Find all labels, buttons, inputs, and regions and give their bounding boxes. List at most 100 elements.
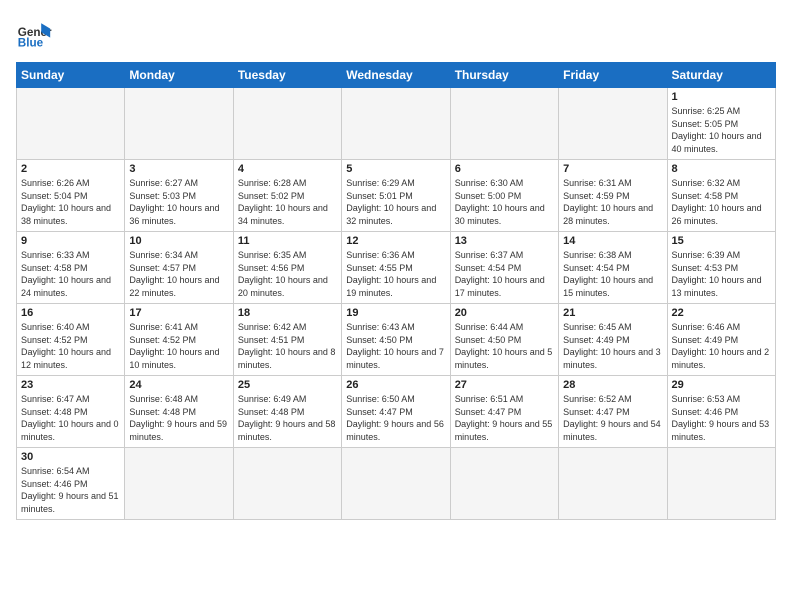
day-number: 16 bbox=[21, 307, 120, 319]
day-info: Sunrise: 6:45 AM Sunset: 4:49 PM Dayligh… bbox=[563, 321, 662, 371]
day-info: Sunrise: 6:48 AM Sunset: 4:48 PM Dayligh… bbox=[129, 393, 228, 443]
day-info: Sunrise: 6:46 AM Sunset: 4:49 PM Dayligh… bbox=[672, 321, 771, 371]
calendar-week-row: 23 Sunrise: 6:47 AM Sunset: 4:48 PM Dayli… bbox=[17, 376, 776, 448]
day-number: 8 bbox=[672, 163, 771, 175]
day-number: 23 bbox=[21, 379, 120, 391]
table-row: 30 Sunrise: 6:54 AM Sunset: 4:46 PM Dayli… bbox=[17, 448, 125, 520]
day-number: 13 bbox=[455, 235, 554, 247]
day-number: 22 bbox=[672, 307, 771, 319]
calendar-header-row: Sunday Monday Tuesday Wednesday Thursday… bbox=[17, 63, 776, 88]
svg-text:Blue: Blue bbox=[18, 37, 44, 50]
table-row: 24Sunrise: 6:48 AM Sunset: 4:48 PM Dayli… bbox=[125, 376, 233, 448]
day-info: Sunrise: 6:39 AM Sunset: 4:53 PM Dayligh… bbox=[672, 249, 771, 299]
day-number: 21 bbox=[563, 307, 662, 319]
day-info: Sunrise: 6:28 AM Sunset: 5:02 PM Dayligh… bbox=[238, 177, 337, 227]
header-monday: Monday bbox=[125, 63, 233, 88]
table-row bbox=[233, 88, 341, 160]
day-number: 12 bbox=[346, 235, 445, 247]
table-row bbox=[125, 88, 233, 160]
table-row bbox=[233, 448, 341, 520]
table-row: 21 Sunrise: 6:45 AM Sunset: 4:49 PM Dayli… bbox=[559, 304, 667, 376]
table-row bbox=[559, 88, 667, 160]
day-info: Sunrise: 6:42 AM Sunset: 4:51 PM Dayligh… bbox=[238, 321, 337, 371]
table-row: 12Sunrise: 6:36 AM Sunset: 4:55 PM Dayli… bbox=[342, 232, 450, 304]
header-sunday: Sunday bbox=[17, 63, 125, 88]
table-row: 17 Sunrise: 6:41 AM Sunset: 4:52 PM Dayli… bbox=[125, 304, 233, 376]
day-info: Sunrise: 6:30 AM Sunset: 5:00 PM Dayligh… bbox=[455, 177, 554, 227]
day-number: 9 bbox=[21, 235, 120, 247]
header-thursday: Thursday bbox=[450, 63, 558, 88]
table-row: 23 Sunrise: 6:47 AM Sunset: 4:48 PM Dayli… bbox=[17, 376, 125, 448]
logo-icon: General Blue bbox=[16, 16, 52, 52]
table-row: 14 Sunrise: 6:38 AM Sunset: 4:54 PM Dayli… bbox=[559, 232, 667, 304]
header-saturday: Saturday bbox=[667, 63, 775, 88]
calendar-week-row: 16 Sunrise: 6:40 AM Sunset: 4:52 PM Dayli… bbox=[17, 304, 776, 376]
day-info: Sunrise: 6:26 AM Sunset: 5:04 PM Dayligh… bbox=[21, 177, 120, 227]
calendar-table: Sunday Monday Tuesday Wednesday Thursday… bbox=[16, 62, 776, 520]
header-wednesday: Wednesday bbox=[342, 63, 450, 88]
table-row bbox=[342, 448, 450, 520]
table-row bbox=[450, 88, 558, 160]
table-row: 7Sunrise: 6:31 AM Sunset: 4:59 PM Daylig… bbox=[559, 160, 667, 232]
day-number: 4 bbox=[238, 163, 337, 175]
day-info: Sunrise: 6:47 AM Sunset: 4:48 PM Dayligh… bbox=[21, 393, 120, 443]
day-info: Sunrise: 6:50 AM Sunset: 4:47 PM Dayligh… bbox=[346, 393, 445, 443]
table-row: 11Sunrise: 6:35 AM Sunset: 4:56 PM Dayli… bbox=[233, 232, 341, 304]
day-info: Sunrise: 6:54 AM Sunset: 4:46 PM Dayligh… bbox=[21, 465, 120, 515]
day-number: 19 bbox=[346, 307, 445, 319]
day-info: Sunrise: 6:33 AM Sunset: 4:58 PM Dayligh… bbox=[21, 249, 120, 299]
day-info: Sunrise: 6:27 AM Sunset: 5:03 PM Dayligh… bbox=[129, 177, 228, 227]
day-number: 11 bbox=[238, 235, 337, 247]
table-row: 4 Sunrise: 6:28 AM Sunset: 5:02 PM Daylig… bbox=[233, 160, 341, 232]
table-row: 16 Sunrise: 6:40 AM Sunset: 4:52 PM Dayli… bbox=[17, 304, 125, 376]
table-row: 13 Sunrise: 6:37 AM Sunset: 4:54 PM Dayli… bbox=[450, 232, 558, 304]
day-info: Sunrise: 6:25 AM Sunset: 5:05 PM Dayligh… bbox=[672, 105, 771, 155]
calendar-week-row: 1Sunrise: 6:25 AM Sunset: 5:05 PM Daylig… bbox=[17, 88, 776, 160]
day-info: Sunrise: 6:38 AM Sunset: 4:54 PM Dayligh… bbox=[563, 249, 662, 299]
logo: General Blue bbox=[16, 16, 56, 52]
day-info: Sunrise: 6:40 AM Sunset: 4:52 PM Dayligh… bbox=[21, 321, 120, 371]
day-info: Sunrise: 6:53 AM Sunset: 4:46 PM Dayligh… bbox=[672, 393, 771, 443]
header-friday: Friday bbox=[559, 63, 667, 88]
table-row: 1Sunrise: 6:25 AM Sunset: 5:05 PM Daylig… bbox=[667, 88, 775, 160]
day-number: 18 bbox=[238, 307, 337, 319]
table-row bbox=[17, 88, 125, 160]
day-number: 14 bbox=[563, 235, 662, 247]
day-info: Sunrise: 6:37 AM Sunset: 4:54 PM Dayligh… bbox=[455, 249, 554, 299]
day-number: 28 bbox=[563, 379, 662, 391]
day-number: 17 bbox=[129, 307, 228, 319]
day-info: Sunrise: 6:41 AM Sunset: 4:52 PM Dayligh… bbox=[129, 321, 228, 371]
page: General Blue Sunday Monday Tuesday Wedne… bbox=[0, 0, 792, 612]
day-number: 30 bbox=[21, 451, 120, 463]
day-info: Sunrise: 6:34 AM Sunset: 4:57 PM Dayligh… bbox=[129, 249, 228, 299]
day-info: Sunrise: 6:43 AM Sunset: 4:50 PM Dayligh… bbox=[346, 321, 445, 371]
day-number: 3 bbox=[129, 163, 228, 175]
table-row: 29 Sunrise: 6:53 AM Sunset: 4:46 PM Dayli… bbox=[667, 376, 775, 448]
table-row: 22 Sunrise: 6:46 AM Sunset: 4:49 PM Dayli… bbox=[667, 304, 775, 376]
day-number: 27 bbox=[455, 379, 554, 391]
table-row bbox=[667, 448, 775, 520]
day-info: Sunrise: 6:44 AM Sunset: 4:50 PM Dayligh… bbox=[455, 321, 554, 371]
table-row: 27 Sunrise: 6:51 AM Sunset: 4:47 PM Dayli… bbox=[450, 376, 558, 448]
table-row: 6 Sunrise: 6:30 AM Sunset: 5:00 PM Daylig… bbox=[450, 160, 558, 232]
day-info: Sunrise: 6:29 AM Sunset: 5:01 PM Dayligh… bbox=[346, 177, 445, 227]
day-number: 29 bbox=[672, 379, 771, 391]
day-number: 6 bbox=[455, 163, 554, 175]
day-number: 20 bbox=[455, 307, 554, 319]
header-tuesday: Tuesday bbox=[233, 63, 341, 88]
table-row: 18 Sunrise: 6:42 AM Sunset: 4:51 PM Dayli… bbox=[233, 304, 341, 376]
header: General Blue bbox=[16, 16, 776, 52]
day-info: Sunrise: 6:49 AM Sunset: 4:48 PM Dayligh… bbox=[238, 393, 337, 443]
day-number: 2 bbox=[21, 163, 120, 175]
table-row: 26 Sunrise: 6:50 AM Sunset: 4:47 PM Dayli… bbox=[342, 376, 450, 448]
table-row: 9 Sunrise: 6:33 AM Sunset: 4:58 PM Daylig… bbox=[17, 232, 125, 304]
table-row: 20 Sunrise: 6:44 AM Sunset: 4:50 PM Dayli… bbox=[450, 304, 558, 376]
day-number: 5 bbox=[346, 163, 445, 175]
table-row: 2 Sunrise: 6:26 AM Sunset: 5:04 PM Daylig… bbox=[17, 160, 125, 232]
day-info: Sunrise: 6:51 AM Sunset: 4:47 PM Dayligh… bbox=[455, 393, 554, 443]
day-number: 7 bbox=[563, 163, 662, 175]
table-row: 28Sunrise: 6:52 AM Sunset: 4:47 PM Dayli… bbox=[559, 376, 667, 448]
calendar-week-row: 30 Sunrise: 6:54 AM Sunset: 4:46 PM Dayli… bbox=[17, 448, 776, 520]
day-number: 25 bbox=[238, 379, 337, 391]
day-number: 26 bbox=[346, 379, 445, 391]
